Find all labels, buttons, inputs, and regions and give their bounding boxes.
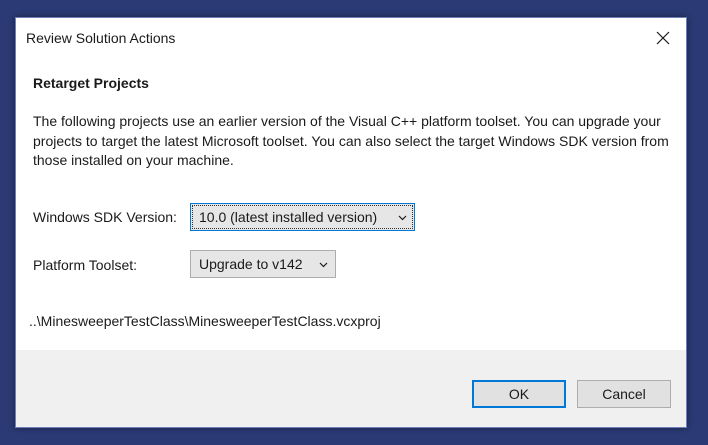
close-icon — [656, 31, 670, 45]
platform-toolset-label: Platform Toolset: — [33, 257, 138, 273]
chevron-down-icon — [319, 262, 328, 268]
platform-toolset-dropdown[interactable]: Upgrade to v142 — [190, 250, 336, 278]
sdk-version-dropdown[interactable]: 10.0 (latest installed version) — [190, 203, 415, 231]
section-heading: Retarget Projects — [33, 75, 149, 91]
project-path: ..\MinesweeperTestClass\MinesweeperTestC… — [29, 313, 381, 329]
ok-button[interactable]: OK — [472, 380, 566, 408]
description-text: The following projects use an earlier ve… — [33, 113, 669, 168]
sdk-version-value: 10.0 (latest installed version) — [199, 209, 378, 225]
review-solution-actions-dialog: Review Solution Actions Retarget Project… — [15, 17, 687, 428]
chevron-down-icon — [398, 215, 407, 221]
platform-toolset-value: Upgrade to v142 — [199, 256, 303, 272]
close-button[interactable] — [640, 18, 686, 58]
dialog-footer: OK Cancel — [16, 350, 686, 427]
window-title: Review Solution Actions — [26, 30, 176, 46]
cancel-button[interactable]: Cancel — [577, 380, 671, 408]
title-bar: Review Solution Actions — [16, 18, 686, 58]
sdk-version-label: Windows SDK Version: — [33, 209, 177, 225]
